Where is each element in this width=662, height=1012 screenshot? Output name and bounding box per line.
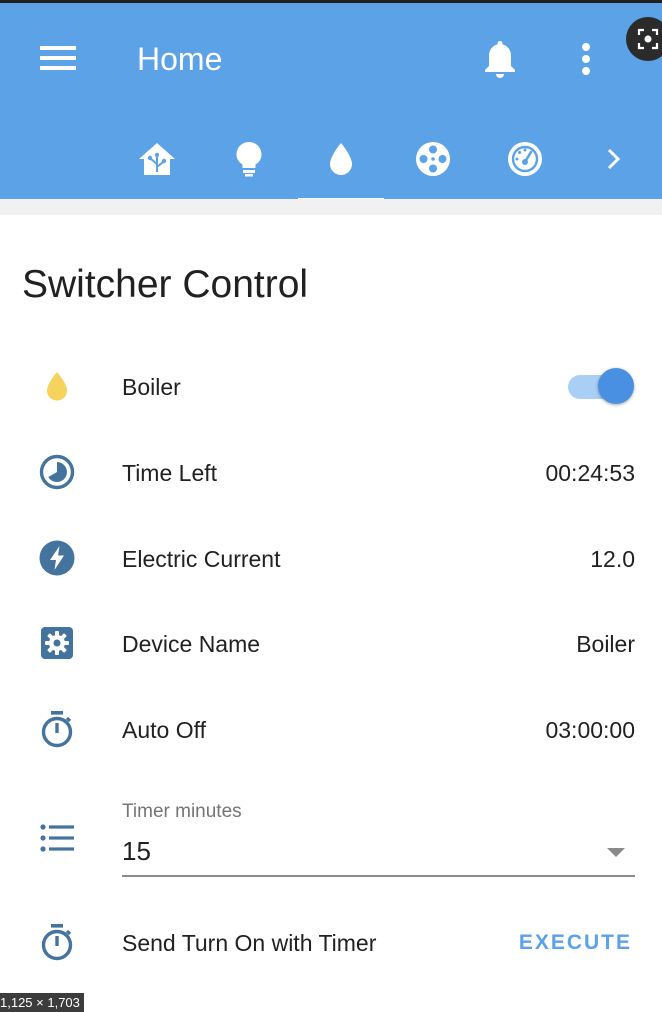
dropdown-arrow-icon bbox=[607, 848, 625, 857]
water-drop-icon bbox=[47, 372, 67, 401]
settings-box-icon bbox=[41, 627, 73, 659]
entity-row-device-name[interactable]: Device Name Boiler bbox=[0, 613, 662, 673]
content-top-band bbox=[0, 199, 662, 215]
entity-icon bbox=[36, 368, 78, 404]
tab-media[interactable] bbox=[388, 115, 478, 202]
select-label: Timer minutes bbox=[122, 801, 242, 822]
tabs-scroll-right[interactable] bbox=[572, 115, 656, 202]
image-search-button[interactable] bbox=[626, 17, 662, 61]
tab-home[interactable] bbox=[112, 115, 202, 202]
timer-outline-icon bbox=[41, 924, 73, 961]
entity-value: 12.0 bbox=[590, 546, 635, 572]
flash-icon bbox=[39, 540, 75, 576]
entity-label: Electric Current bbox=[122, 546, 281, 572]
entity-value: Boiler bbox=[576, 631, 635, 657]
entity-value: 00:24:53 bbox=[545, 460, 635, 486]
notifications-button[interactable] bbox=[474, 33, 526, 85]
entity-label: Send Turn On with Timer bbox=[122, 930, 377, 956]
gauge-icon bbox=[508, 141, 542, 176]
entity-icon bbox=[36, 540, 78, 576]
hamburger-menu-icon bbox=[40, 46, 76, 70]
tab-energy[interactable] bbox=[480, 115, 570, 202]
entity-label: Time Left bbox=[122, 460, 218, 486]
entity-icon bbox=[36, 625, 78, 661]
execute-button[interactable]: EXECUTE bbox=[519, 930, 632, 956]
entity-label: Auto Off bbox=[122, 717, 206, 743]
film-reel-icon bbox=[416, 141, 450, 176]
entity-row-auto-off[interactable]: Auto Off 03:00:00 bbox=[0, 699, 662, 759]
water-drop-icon bbox=[330, 142, 352, 175]
tab-lights[interactable] bbox=[204, 115, 294, 202]
image-search-icon bbox=[637, 28, 659, 50]
entity-row-send-turn-on: Send Turn On with Timer EXECUTE bbox=[0, 912, 662, 972]
entity-icon bbox=[36, 454, 78, 490]
entity-icon bbox=[36, 820, 78, 856]
timer-clock-icon bbox=[39, 454, 75, 490]
bell-icon bbox=[485, 41, 515, 78]
image-size-badge: 1,125 × 1,703 bbox=[0, 993, 84, 1012]
entity-label: Boiler bbox=[122, 374, 181, 400]
home-assistant-icon bbox=[139, 142, 175, 175]
select-value: 15 bbox=[122, 836, 151, 866]
entity-value: 03:00:00 bbox=[545, 717, 635, 743]
boiler-toggle[interactable] bbox=[568, 368, 636, 406]
menu-button[interactable] bbox=[34, 37, 82, 79]
toggle-knob bbox=[598, 368, 634, 404]
card-title: Switcher Control bbox=[22, 263, 309, 306]
tab-water[interactable] bbox=[296, 115, 386, 202]
entity-icon bbox=[36, 924, 78, 961]
entity-row-boiler: Boiler bbox=[0, 356, 662, 416]
more-vert-icon bbox=[582, 43, 590, 75]
lightbulb-icon bbox=[236, 141, 262, 176]
select-underline bbox=[122, 875, 635, 877]
entity-row-time-left[interactable]: Time Left 00:24:53 bbox=[0, 442, 662, 502]
entity-row-electric-current[interactable]: Electric Current 12.0 bbox=[0, 528, 662, 588]
entity-label: Device Name bbox=[122, 631, 261, 657]
more-options-button[interactable] bbox=[566, 33, 606, 85]
timer-minutes-select[interactable]: Timer minutes 15 bbox=[122, 798, 635, 878]
format-list-icon bbox=[40, 824, 74, 852]
page-title: Home bbox=[137, 41, 223, 77]
timer-outline-icon bbox=[41, 711, 73, 748]
entity-icon bbox=[36, 711, 78, 748]
chevron-right-icon bbox=[607, 148, 621, 169]
view-tabs bbox=[112, 115, 662, 202]
app-header: Home bbox=[0, 3, 662, 202]
